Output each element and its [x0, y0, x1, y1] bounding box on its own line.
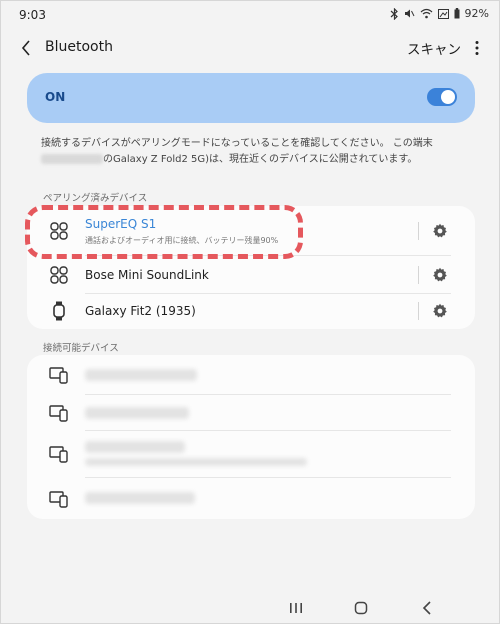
- battery-icon: [454, 8, 460, 19]
- status-bar: 9:03 92%: [1, 1, 500, 29]
- devices-icon: [49, 365, 69, 385]
- blurred-device-name: [85, 369, 197, 381]
- paired-devices-heading: ペアリング済みデバイス: [43, 193, 148, 204]
- gear-icon: [433, 267, 447, 282]
- screen: 9:03 92% Bluetooth スキャン ON 接続するデバイスがペアリン…: [0, 0, 500, 624]
- back-icon: [422, 601, 431, 615]
- devices-icon: [49, 403, 69, 423]
- toggle-knob: [441, 90, 455, 104]
- gear-icon: [433, 223, 447, 238]
- device-settings-button[interactable]: [431, 222, 449, 240]
- description-text-1: 接続するデバイスがペアリングモードになっていることを確認してください。 この端末: [41, 138, 433, 149]
- blurred-device-name: [85, 492, 195, 504]
- bluetooth-toggle-card[interactable]: ON: [27, 73, 475, 123]
- back-button[interactable]: [15, 37, 37, 59]
- wifi-icon: [420, 8, 433, 19]
- blurred-device-detail: [85, 458, 307, 466]
- mute-icon: [404, 8, 415, 19]
- available-device-row[interactable]: [27, 355, 475, 395]
- toggle-label: ON: [45, 90, 66, 104]
- row-separator: [418, 266, 419, 284]
- page-title: Bluetooth: [45, 39, 113, 55]
- bluetooth-icon: [390, 7, 399, 20]
- paired-device-row-bose[interactable]: Bose Mini SoundLink: [27, 256, 475, 293]
- row-separator: [418, 302, 419, 320]
- paired-device-row-supereq[interactable]: SuperEQ S1 通話およびオーディオ用に接続、バッテリー残量90%: [27, 206, 475, 256]
- available-device-row[interactable]: [27, 395, 475, 431]
- battery-percent: 92%: [464, 7, 489, 20]
- device-settings-button[interactable]: [431, 302, 449, 320]
- home-icon: [354, 601, 368, 615]
- device-status: 通話およびオーディオ用に接続、バッテリー残量90%: [85, 236, 279, 245]
- available-device-row[interactable]: [27, 478, 475, 519]
- chevron-left-icon: [21, 40, 30, 56]
- more-options-button[interactable]: [467, 36, 487, 60]
- visibility-description: 接続するデバイスがペアリングモードになっていることを確認してください。 この端末…: [41, 136, 461, 168]
- device-name: SuperEQ S1: [85, 217, 157, 231]
- recent-apps-button[interactable]: [285, 597, 307, 619]
- scan-button[interactable]: スキャン: [407, 38, 461, 58]
- status-time: 9:03: [19, 8, 46, 22]
- gear-icon: [433, 303, 447, 318]
- paired-devices-card: SuperEQ S1 通話およびオーディオ用に接続、バッテリー残量90% Bos…: [27, 206, 475, 329]
- blurred-device-name: [85, 441, 185, 453]
- blurred-device-name: [41, 154, 103, 164]
- available-device-row[interactable]: [27, 431, 475, 477]
- watch-icon: [49, 301, 69, 321]
- nav-back-button[interactable]: [416, 597, 438, 619]
- paired-device-row-galaxy-fit[interactable]: Galaxy Fit2 (1935): [27, 293, 475, 329]
- blurred-device-name: [85, 407, 189, 419]
- bluetooth-toggle-switch[interactable]: [427, 88, 457, 106]
- app-header: Bluetooth スキャン: [1, 31, 500, 67]
- earbuds-icon: [49, 221, 69, 241]
- description-text-2: のGalaxy Z Fold2 5G)は、現在近くのデバイスに公開されています。: [103, 154, 418, 165]
- home-button[interactable]: [350, 597, 372, 619]
- navigation-bar: [1, 591, 500, 624]
- recent-apps-icon: [290, 603, 302, 613]
- device-name: Bose Mini SoundLink: [85, 268, 209, 282]
- devices-icon: [49, 444, 69, 464]
- gallery-icon: [437, 8, 449, 19]
- device-settings-button[interactable]: [431, 266, 449, 284]
- speaker-icon: [49, 265, 69, 285]
- device-name: Galaxy Fit2 (1935): [85, 304, 196, 318]
- more-vertical-icon: [475, 41, 479, 55]
- available-devices-card: [27, 355, 475, 519]
- available-devices-heading: 接続可能デバイス: [43, 343, 119, 354]
- row-separator: [418, 222, 419, 240]
- devices-icon: [49, 489, 69, 509]
- status-icons: 92%: [390, 7, 489, 20]
